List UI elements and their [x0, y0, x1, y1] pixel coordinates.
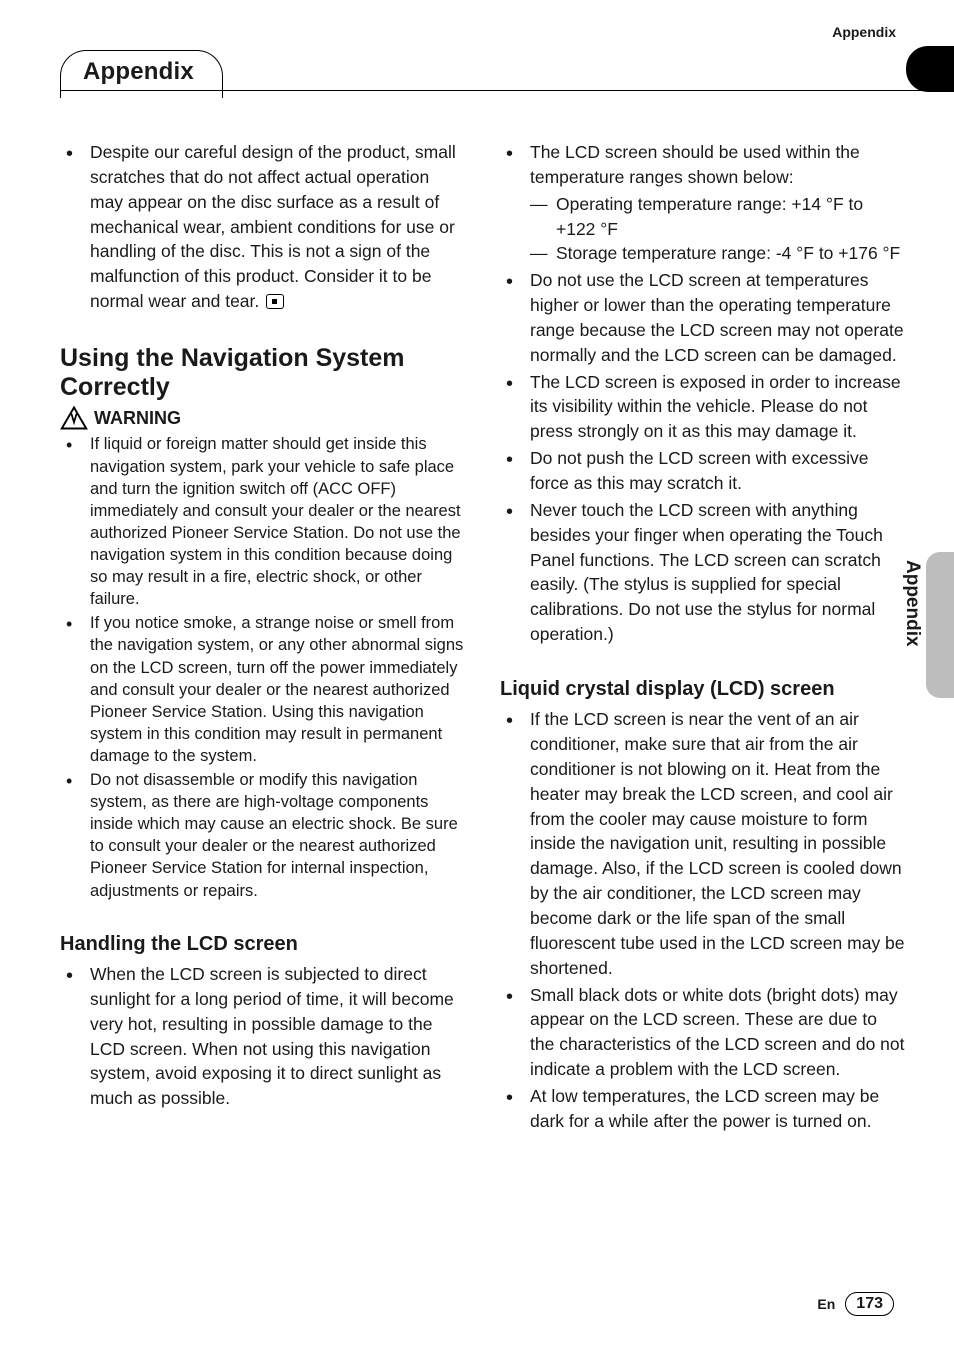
subsection-heading: Liquid crystal display (LCD) screen: [500, 675, 906, 703]
list-item: The LCD screen is exposed in order to in…: [500, 370, 906, 445]
body-text: If the LCD screen is near the vent of an…: [530, 709, 905, 977]
body-text: The LCD screen should be used within the…: [530, 142, 860, 187]
left-column: Despite our careful design of the produc…: [60, 140, 466, 1136]
list-item: Storage temperature range: -4 °F to +176…: [530, 241, 906, 266]
body-text: Despite our careful design of the produc…: [90, 142, 456, 311]
handling-list: When the LCD screen is subjected to dire…: [60, 962, 466, 1111]
body-text: Do not push the LCD screen with excessiv…: [530, 448, 869, 493]
list-item: At low temperatures, the LCD screen may …: [500, 1084, 906, 1134]
body-text: Operating temperature range: +14 °F to +…: [556, 194, 863, 239]
side-thumb-label: Appendix: [901, 560, 923, 647]
temp-sublist: Operating temperature range: +14 °F to +…: [530, 192, 906, 267]
header-bar: Appendix Appendix: [60, 28, 906, 98]
warning-header: WARNING: [60, 405, 466, 431]
right-column: The LCD screen should be used within the…: [500, 140, 906, 1136]
body-text: If liquid or foreign matter should get i…: [90, 435, 461, 608]
chapter-title: Appendix: [83, 58, 194, 86]
list-item: If you notice smoke, a strange noise or …: [60, 612, 466, 767]
right-list-top: The LCD screen should be used within the…: [500, 140, 906, 647]
body-text: Do not disassemble or modify this naviga…: [90, 771, 458, 900]
list-item: When the LCD screen is subjected to dire…: [60, 962, 466, 1111]
page: Appendix Appendix Despite our careful de…: [0, 0, 954, 1352]
page-number: 173: [845, 1292, 894, 1316]
warning-list: If liquid or foreign matter should get i…: [60, 433, 466, 901]
warning-triangle-icon: [60, 405, 88, 431]
intro-list: Despite our careful design of the produc…: [60, 140, 466, 314]
body-text: The LCD screen is exposed in order to in…: [530, 372, 901, 442]
list-item: Do not disassemble or modify this naviga…: [60, 769, 466, 902]
list-item: If liquid or foreign matter should get i…: [60, 433, 466, 610]
list-item: Do not use the LCD screen at temperature…: [500, 268, 906, 367]
content-columns: Despite our careful design of the produc…: [60, 140, 906, 1136]
body-text: At low temperatures, the LCD screen may …: [530, 1086, 879, 1131]
subsection-heading: Handling the LCD screen: [60, 930, 466, 958]
end-of-section-icon: [266, 294, 284, 309]
chapter-tab-black: [906, 46, 954, 92]
body-text: Never touch the LCD screen with anything…: [530, 500, 883, 644]
language-code: En: [817, 1296, 835, 1312]
list-item: Never touch the LCD screen with anything…: [500, 498, 906, 647]
body-text: Storage temperature range: -4 °F to +176…: [556, 243, 900, 263]
body-text: If you notice smoke, a strange noise or …: [90, 614, 463, 765]
side-thumb-tab: [926, 552, 954, 698]
section-heading: Using the Navigation System Correctly: [60, 344, 466, 402]
list-item: Small black dots or white dots (bright d…: [500, 983, 906, 1082]
list-item: Despite our careful design of the produc…: [60, 140, 466, 314]
list-item: Operating temperature range: +14 °F to +…: [530, 192, 906, 242]
chapter-rule: [60, 90, 924, 91]
body-text: Do not use the LCD screen at temperature…: [530, 270, 904, 365]
warning-label: WARNING: [94, 406, 181, 432]
list-item: The LCD screen should be used within the…: [500, 140, 906, 266]
page-footer: En 173: [817, 1292, 894, 1316]
body-text: When the LCD screen is subjected to dire…: [90, 964, 454, 1108]
lcd-list: If the LCD screen is near the vent of an…: [500, 707, 906, 1133]
header-top-label: Appendix: [832, 24, 896, 40]
list-item: Do not push the LCD screen with excessiv…: [500, 446, 906, 496]
body-text: Small black dots or white dots (bright d…: [530, 985, 905, 1080]
list-item: If the LCD screen is near the vent of an…: [500, 707, 906, 980]
